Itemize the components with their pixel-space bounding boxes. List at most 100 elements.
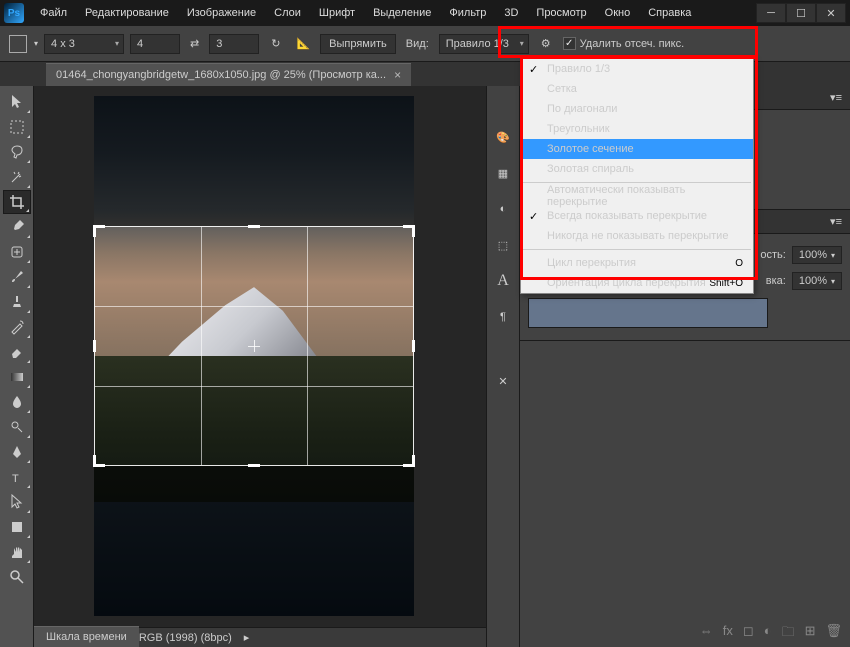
overlay-cycle-orientation[interactable]: Ориентация цикла перекрытияShift+O (521, 273, 753, 293)
opacity-value[interactable]: 100%▾ (792, 246, 842, 264)
overlay-cycle[interactable]: Цикл перекрытияO (521, 253, 753, 273)
svg-text:T: T (12, 473, 19, 485)
adjustment-layer-icon[interactable]: ◐ (764, 623, 772, 645)
opacity-label: ость: (760, 249, 785, 261)
rule-of-thirds-line (307, 227, 308, 465)
eraser-tool[interactable] (3, 340, 31, 364)
maximize-button[interactable]: ☐ (786, 3, 816, 23)
eyedropper-tool[interactable] (3, 215, 31, 239)
dodge-tool[interactable] (3, 415, 31, 439)
straighten-button[interactable]: Выпрямить (320, 34, 396, 54)
brush-tool[interactable] (3, 265, 31, 289)
overlay-option-golden-spiral[interactable]: Золотая спираль (521, 159, 753, 179)
swap-dimensions-icon[interactable]: ⇄ (186, 37, 203, 50)
straighten-icon[interactable]: 📐 (292, 37, 314, 50)
overlay-always-show[interactable]: ✓Всегда показывать перекрытие (521, 206, 753, 226)
clear-icon[interactable]: ↻ (265, 37, 286, 50)
pen-tool[interactable] (3, 440, 31, 464)
swatches-panel-icon[interactable]: ▦ (492, 162, 514, 184)
overlay-auto-show[interactable]: Автоматически показывать перекрытие (521, 186, 753, 206)
overlay-option-diagonal[interactable]: По диагонали (521, 99, 753, 119)
styles-panel-icon[interactable]: ⬚ (492, 234, 514, 256)
chevron-right-icon[interactable]: ▸ (244, 631, 250, 644)
adjustments-panel-icon[interactable]: ◐ (492, 198, 514, 220)
lasso-tool[interactable] (3, 140, 31, 164)
image-viewport (94, 96, 414, 616)
shape-tool[interactable] (3, 515, 31, 539)
panel-menu-icon[interactable]: ▾≡ (830, 91, 842, 104)
overlay-option-triangle[interactable]: Треугольник (521, 119, 753, 139)
minimize-button[interactable]: ─ (756, 3, 786, 23)
move-tool[interactable] (3, 90, 31, 114)
menu-window[interactable]: Окно (597, 3, 639, 23)
menu-help[interactable]: Справка (640, 3, 699, 23)
menu-separator (523, 182, 751, 183)
gear-icon[interactable]: ⚙ (535, 37, 557, 50)
menu-image[interactable]: Изображение (179, 3, 264, 23)
menu-layers[interactable]: Слои (266, 3, 309, 23)
crop-shade-top (94, 96, 414, 226)
hand-tool[interactable] (3, 540, 31, 564)
crop-handle-tl[interactable] (93, 225, 107, 239)
fill-value[interactable]: 100%▾ (792, 272, 842, 290)
clone-stamp-tool[interactable] (3, 290, 31, 314)
crop-height-input[interactable]: 3 (209, 34, 259, 54)
new-layer-icon[interactable]: ⊞ (805, 623, 816, 645)
crop-handle-right[interactable] (412, 340, 415, 352)
aspect-ratio-dropdown[interactable]: 4 x 3 (44, 34, 124, 54)
history-brush-tool[interactable] (3, 315, 31, 339)
magic-wand-tool[interactable] (3, 165, 31, 189)
tools-panel-icon[interactable]: ✕ (492, 370, 514, 392)
document-tab[interactable]: 01464_chongyangbridgetw_1680x1050.jpg @ … (46, 63, 411, 86)
layer-panel-footer: ⇔ fx ◻ ◐ 🗀 ⊞ 🗑 (700, 623, 842, 645)
menu-select[interactable]: Выделение (365, 3, 439, 23)
menu-3d[interactable]: 3D (496, 3, 526, 23)
view-label: Вид: (402, 38, 433, 50)
layer-thumbnail[interactable] (528, 298, 768, 328)
overlay-view-dropdown[interactable]: Правило 1/3 (439, 34, 529, 54)
layer-mask-icon[interactable]: ◻ (743, 623, 754, 645)
blur-tool[interactable] (3, 390, 31, 414)
menu-file[interactable]: Файл (32, 3, 75, 23)
menu-separator (523, 249, 751, 250)
crop-handle-bottom[interactable] (248, 464, 260, 467)
overlay-option-golden-ratio[interactable]: Золотое сечение (521, 139, 753, 159)
canvas-area[interactable]: 25% Adobe RGB (1998) (8bpc) ▸ (34, 86, 486, 647)
crop-box[interactable] (94, 226, 414, 466)
marquee-tool[interactable] (3, 115, 31, 139)
character-panel-icon[interactable]: A (492, 270, 514, 292)
menu-type[interactable]: Шрифт (311, 3, 363, 23)
gradient-tool[interactable] (3, 365, 31, 389)
crop-handle-bl[interactable] (93, 453, 107, 467)
timeline-tab[interactable]: Шкала времени (34, 626, 139, 647)
close-tab-icon[interactable]: × (394, 68, 401, 82)
menu-filter[interactable]: Фильтр (441, 3, 494, 23)
delete-cropped-checkbox[interactable]: Удалить отсеч. пикс. (563, 37, 685, 50)
crop-handle-br[interactable] (401, 453, 415, 467)
healing-brush-tool[interactable] (3, 240, 31, 264)
crop-handle-left[interactable] (93, 340, 96, 352)
menu-edit[interactable]: Редактирование (77, 3, 177, 23)
crop-handle-top[interactable] (248, 225, 260, 228)
paragraph-panel-icon[interactable]: ¶ (492, 306, 514, 328)
crop-handle-tr[interactable] (401, 225, 415, 239)
crop-width-input[interactable]: 4 (130, 34, 180, 54)
panel-menu-icon[interactable]: ▾≡ (830, 215, 842, 228)
path-selection-tool[interactable] (3, 490, 31, 514)
dropdown-arrow-icon[interactable]: ▾ (34, 39, 38, 48)
layer-fx-icon[interactable]: fx (723, 623, 733, 645)
color-panel-icon[interactable]: 🎨 (492, 126, 514, 148)
rule-of-thirds-line (201, 227, 202, 465)
app-logo: Ps (4, 3, 24, 23)
overlay-option-rule-of-thirds[interactable]: ✓Правило 1/3 (521, 59, 753, 79)
crop-tool[interactable] (3, 190, 31, 214)
overlay-option-grid[interactable]: Сетка (521, 79, 753, 99)
close-button[interactable]: ✕ (816, 3, 846, 23)
type-tool[interactable]: T (3, 465, 31, 489)
delete-layer-icon[interactable]: 🗑 (825, 623, 842, 645)
link-layers-icon[interactable]: ⇔ (700, 623, 713, 645)
overlay-never-show[interactable]: Никогда не показывать перекрытие (521, 226, 753, 246)
group-icon[interactable]: 🗀 (782, 623, 795, 645)
menu-view[interactable]: Просмотр (528, 3, 594, 23)
zoom-tool[interactable] (3, 565, 31, 589)
